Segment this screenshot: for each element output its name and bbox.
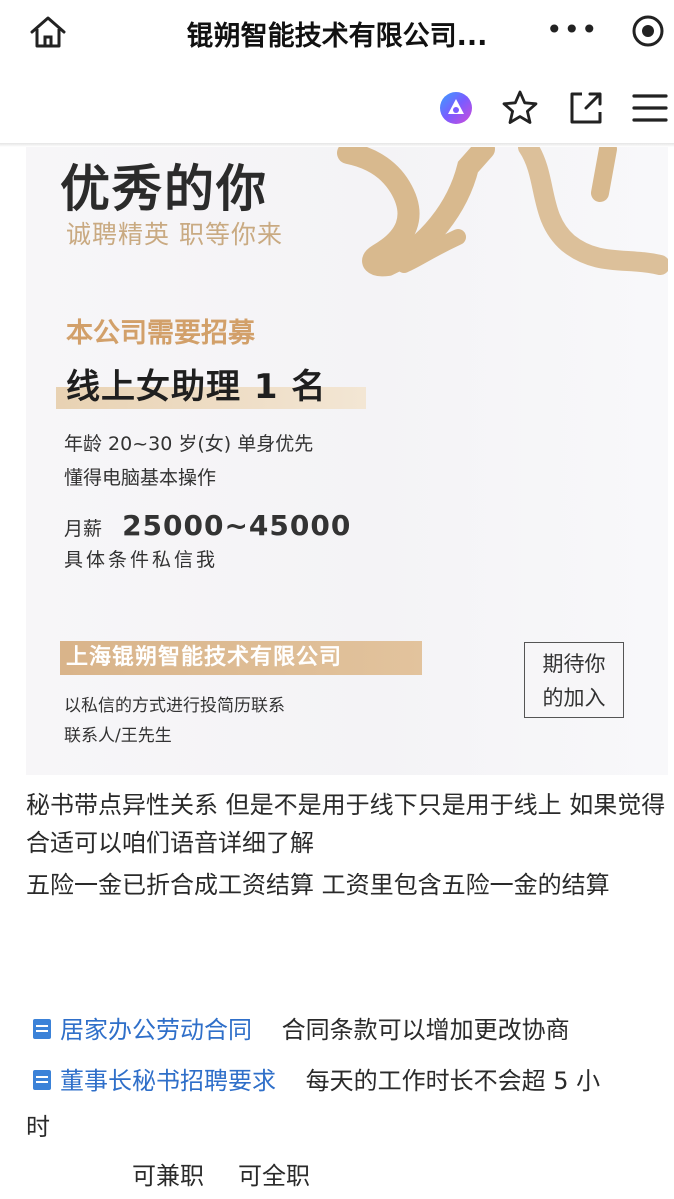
document-icon [33,1070,51,1090]
job-type-label: 可全职 [238,1162,310,1190]
hamburger-menu-icon[interactable] [630,88,670,128]
salary-line: 月薪 25000~45000 [64,509,351,542]
document-link-label: 居家办公劳动合同 [60,1016,252,1044]
company-banner: 上海锟朔智能技术有限公司 [60,641,422,675]
more-options-button[interactable]: ••• [546,10,598,50]
calligraphy-decoration [337,147,668,277]
browser-toolbar [0,70,674,146]
poster-tagline: 诚聘精英 职等你来 [66,220,283,249]
requirement-line: 年龄 20~30 岁(女) 单身优先 [64,433,314,455]
document-link[interactable]: 居家办公劳动合同 [32,1016,260,1044]
target-icon[interactable] [630,13,666,49]
document-icon [33,1019,51,1039]
await-line: 期待你 [542,652,606,676]
poster-heading: 优秀的你 [60,159,268,218]
post-paragraph: 五险一金已折合成工资结算 工资里包含五险一金的结算 [26,871,610,899]
document-row: 董事长秘书招聘要求 每天的工作时长不会超 5 小 [32,1062,600,1100]
await-line: 的加入 [542,686,606,710]
document-row: 居家办公劳动合同 合同条款可以增加更改协商 [32,1011,570,1049]
conditions-text: 具体条件私信我 [64,549,219,571]
salary-label: 月薪 [64,518,103,540]
star-icon[interactable] [500,88,540,128]
share-out-icon[interactable] [566,88,606,128]
app-logo-icon[interactable] [436,88,476,128]
await-box: 期待你 的加入 [524,642,624,718]
document-link-label: 董事长秘书招聘要求 [60,1067,276,1095]
contact-line: 联系人/王先生 [64,726,172,746]
page-title: 锟朔智能技术有限公司... [186,21,488,52]
position-block: 线上女助理 1 名 [56,359,366,411]
post-text-tail: 时 [26,1113,50,1141]
post-paragraph: 秘书带点异性关系 但是不是用于线下只是用于线上 如果觉得合适可以咱们语音详细了解 [26,791,666,857]
job-type-label: 可兼职 [132,1162,204,1190]
document-note: 合同条款可以增加更改协商 [281,1016,570,1044]
home-icon[interactable] [28,14,68,50]
recruitment-poster-image[interactable]: 优秀的你 诚聘精英 职等你来 本公司需要招募 线上女助理 1 名 年龄 20~3… [26,147,668,775]
position-title: 线上女助理 1 名 [66,367,327,407]
requirement-line: 懂得电脑基本操作 [64,467,217,489]
document-note: 每天的工作时长不会超 5 小 [305,1067,601,1095]
document-link[interactable]: 董事长秘书招聘要求 [32,1067,284,1095]
recruit-label: 本公司需要招募 [66,318,255,349]
contact-line: 以私信的方式进行投简历联系 [64,696,285,716]
top-bar: 锟朔智能技术有限公司... ••• [0,0,674,62]
salary-value: 25000~45000 [122,509,352,542]
